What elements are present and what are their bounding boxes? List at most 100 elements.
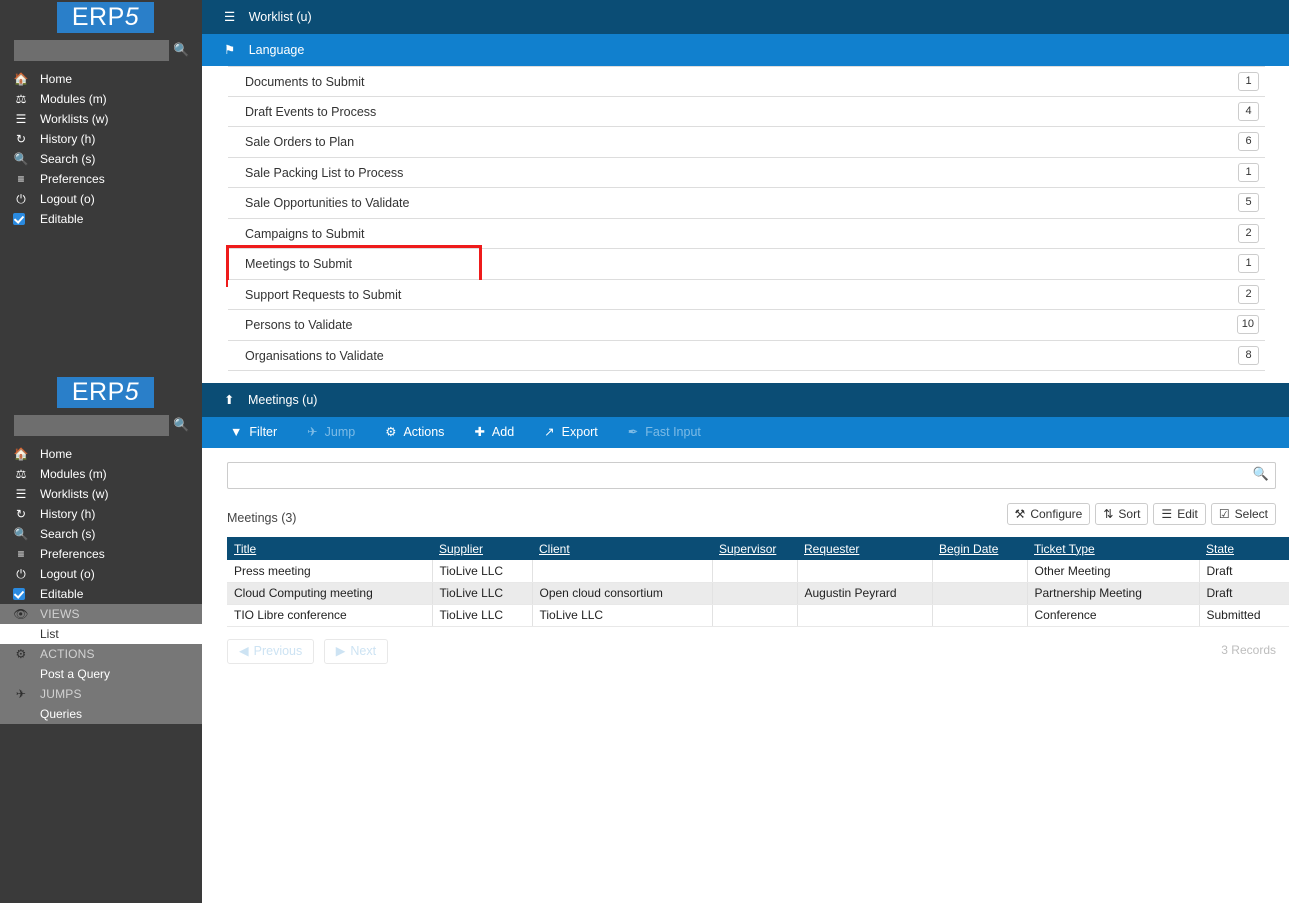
cell-requester [797,604,933,627]
logo-suffix: 5 [124,378,140,406]
checkbox-checked-icon[interactable] [13,213,25,225]
worklist-row-label: Sale Packing List to Process [245,165,404,180]
column-header-state[interactable]: State [1199,537,1289,560]
column-header-begin-date[interactable]: Begin Date [932,537,1027,560]
toolbar-button-actions[interactable]: ⚙ Actions [377,417,452,448]
sidebar-item-search-2[interactable]: 🔍 Search (s) [0,524,202,544]
column-header-client[interactable]: Client [532,537,712,560]
sidebar-link-list[interactable]: List [0,624,202,644]
sidebar-item-home[interactable]: 🏠 Home [0,69,202,89]
sidebar-item-history-2[interactable]: ↻ History (h) [0,504,202,524]
worklist-row-count: 4 [1238,101,1259,121]
worklist-row[interactable]: Sale Orders to Plan 6 [228,127,1265,158]
column-header-ticket-type[interactable]: Ticket Type [1027,537,1199,560]
search-input[interactable] [227,462,1276,489]
worklists-icon: ☰ [224,10,236,24]
next-button[interactable]: ▶ Next [323,638,389,664]
search-icon[interactable]: 🔍 [1253,466,1269,482]
previous-button[interactable]: ◀ Previous [227,638,315,664]
pencil-icon: ✒ [627,425,639,439]
sidebar-link-label: List [40,627,59,641]
table-row[interactable]: TIO Libre conference TioLive LLC TioLive L… [227,604,1289,627]
toolbar-button-filter[interactable]: ▼ Filter [222,417,285,448]
language-bar[interactable]: ⚑ Language [202,34,1289,66]
cell-supervisor [712,604,798,627]
worklist-row[interactable]: Draft Events to Process 4 [228,96,1265,127]
worklist-row[interactable]: Persons to Validate 10 [228,310,1265,341]
column-header-title[interactable]: Title [227,537,432,560]
section-label: VIEWS [40,607,80,621]
sidebar-link-post-a-query[interactable]: Post a Query [0,664,202,684]
sidebar-item-search[interactable]: 🔍 Search (s) [0,149,202,169]
toolbar-button-export[interactable]: ↗ Export [536,417,606,448]
column-header-supervisor[interactable]: Supervisor [712,537,797,560]
search-icon[interactable]: 🔍 [173,417,189,433]
sidebar-item-preferences-2[interactable]: ≡ Preferences [0,544,202,564]
worklist-row-count: 6 [1238,132,1259,151]
logo-wrap: ERP5 [0,0,202,37]
worklist-row[interactable]: Organisations to Validate 8 [228,340,1265,371]
worklist-row-label: Support Requests to Submit [245,287,402,302]
sidebar-item-modules-2[interactable]: ⚖ Modules (m) [0,464,202,484]
sidebar-item-editable-2[interactable]: Editable [0,584,202,604]
meetings-panel: ⬆ Meetings (u) ▼ Filter ✈ Jump ⚙ Actions ✚ Add ↗… [202,383,1289,903]
toolbar-button-add[interactable]: ✚ Add [466,417,522,448]
toolbar-button-label: Add [491,425,515,439]
meetings-header-bar[interactable]: ⬆ Meetings (u) [202,383,1289,417]
checkbox-checked-icon[interactable] [13,588,25,600]
button-label: Sort [1118,507,1141,521]
sidebar-item-worklists-2[interactable]: ☰ Worklists (w) [0,484,202,504]
sidebar-item-history[interactable]: ↻ History (h) [0,129,202,149]
sort-button[interactable]: ⇅ Sort [1095,503,1149,525]
power-icon: ⏻ [16,192,26,206]
sidebar-item-logout[interactable]: ⏻ Logout (o) [0,189,202,209]
worklist-row-count: 2 [1238,284,1259,304]
edit-button[interactable]: ☰ Edit [1153,503,1206,525]
sidebar-item-home-2[interactable]: 🏠 Home [0,444,202,464]
triangle-left-icon: ◀ [239,643,249,658]
eye-icon: 👁 [13,607,29,621]
sidebar-item-logout-2[interactable]: ⏻ Logout (o) [0,564,202,584]
column-header-requester[interactable]: Requester [797,537,932,560]
erp5-logo[interactable]: ERP5 [57,2,154,33]
worklist-row-label: Documents to Submit [245,75,365,89]
worklist-row[interactable]: Sale Opportunities to Validate 5 [228,188,1265,219]
select-button[interactable]: ☑ Select [1210,503,1276,525]
worklist-row[interactable]: Documents to Submit 1 [228,66,1265,97]
cell-supplier: TioLive LLC [432,560,533,583]
sidebar-link-queries[interactable]: Queries [0,704,202,724]
sidebar-link-label: Post a Query [40,667,111,681]
sidebar-search-input[interactable] [14,40,169,61]
configure-button[interactable]: ⚒ Configure [1006,503,1091,525]
table-header-row: Title Supplier Client Supervisor Requester Be… [227,537,1289,560]
list-header: Meetings (3) ⚒ Configure ⇅ Sort ☰ Edit ☑ Select [227,503,1276,537]
sidebar-item-editable[interactable]: Editable [0,209,202,229]
modules-icon: ⚖ [15,467,27,481]
search-icon[interactable]: 🔍 [173,42,189,58]
cell-client: Open cloud consortium [532,582,713,605]
worklist-row[interactable]: Campaigns to Submit 2 [228,218,1265,249]
toolbar-button-label: Actions [403,425,445,439]
worklist-row[interactable]: Support Requests to Submit 2 [228,279,1265,310]
worklist-row-label: Meetings to Submit [245,257,352,271]
section-header-jumps: ✈ JUMPS [0,684,202,704]
worklist-row[interactable]: Meetings to Submit 1 [226,245,1265,287]
column-header-label: Ticket Type [1034,541,1095,556]
worklist-row-label: Campaigns to Submit [245,226,365,241]
sidebar-item-worklists[interactable]: ☰ Worklists (w) [0,109,202,129]
table-row[interactable]: Press meeting TioLive LLC Other Meeting Dra… [227,560,1289,583]
column-header-label: Requester [804,541,860,556]
sidebar-item-preferences[interactable]: ≡ Preferences [0,169,202,189]
column-header-supplier[interactable]: Supplier [432,537,532,560]
sidebar-item-modules[interactable]: ⚖ Modules (m) [0,89,202,109]
sidebar-search-input-2[interactable] [14,415,169,436]
cell-client [532,560,713,583]
column-header-label: Client [539,541,570,556]
table-row[interactable]: Cloud Computing meeting TioLive LLC Open c… [227,582,1289,605]
sidebar-nav-bottom: 🏠 Home ⚖ Modules (m) ☰ Worklists (w) ↻ H… [0,444,202,604]
worklist-row[interactable]: Sale Packing List to Process 1 [228,157,1265,188]
worklist-row-label: Persons to Validate [245,318,353,332]
erp5-logo-2[interactable]: ERP5 [57,377,154,408]
sidebar-item-label: Modules (m) [40,92,107,106]
cell-requester: Augustin Peyrard [797,582,933,605]
